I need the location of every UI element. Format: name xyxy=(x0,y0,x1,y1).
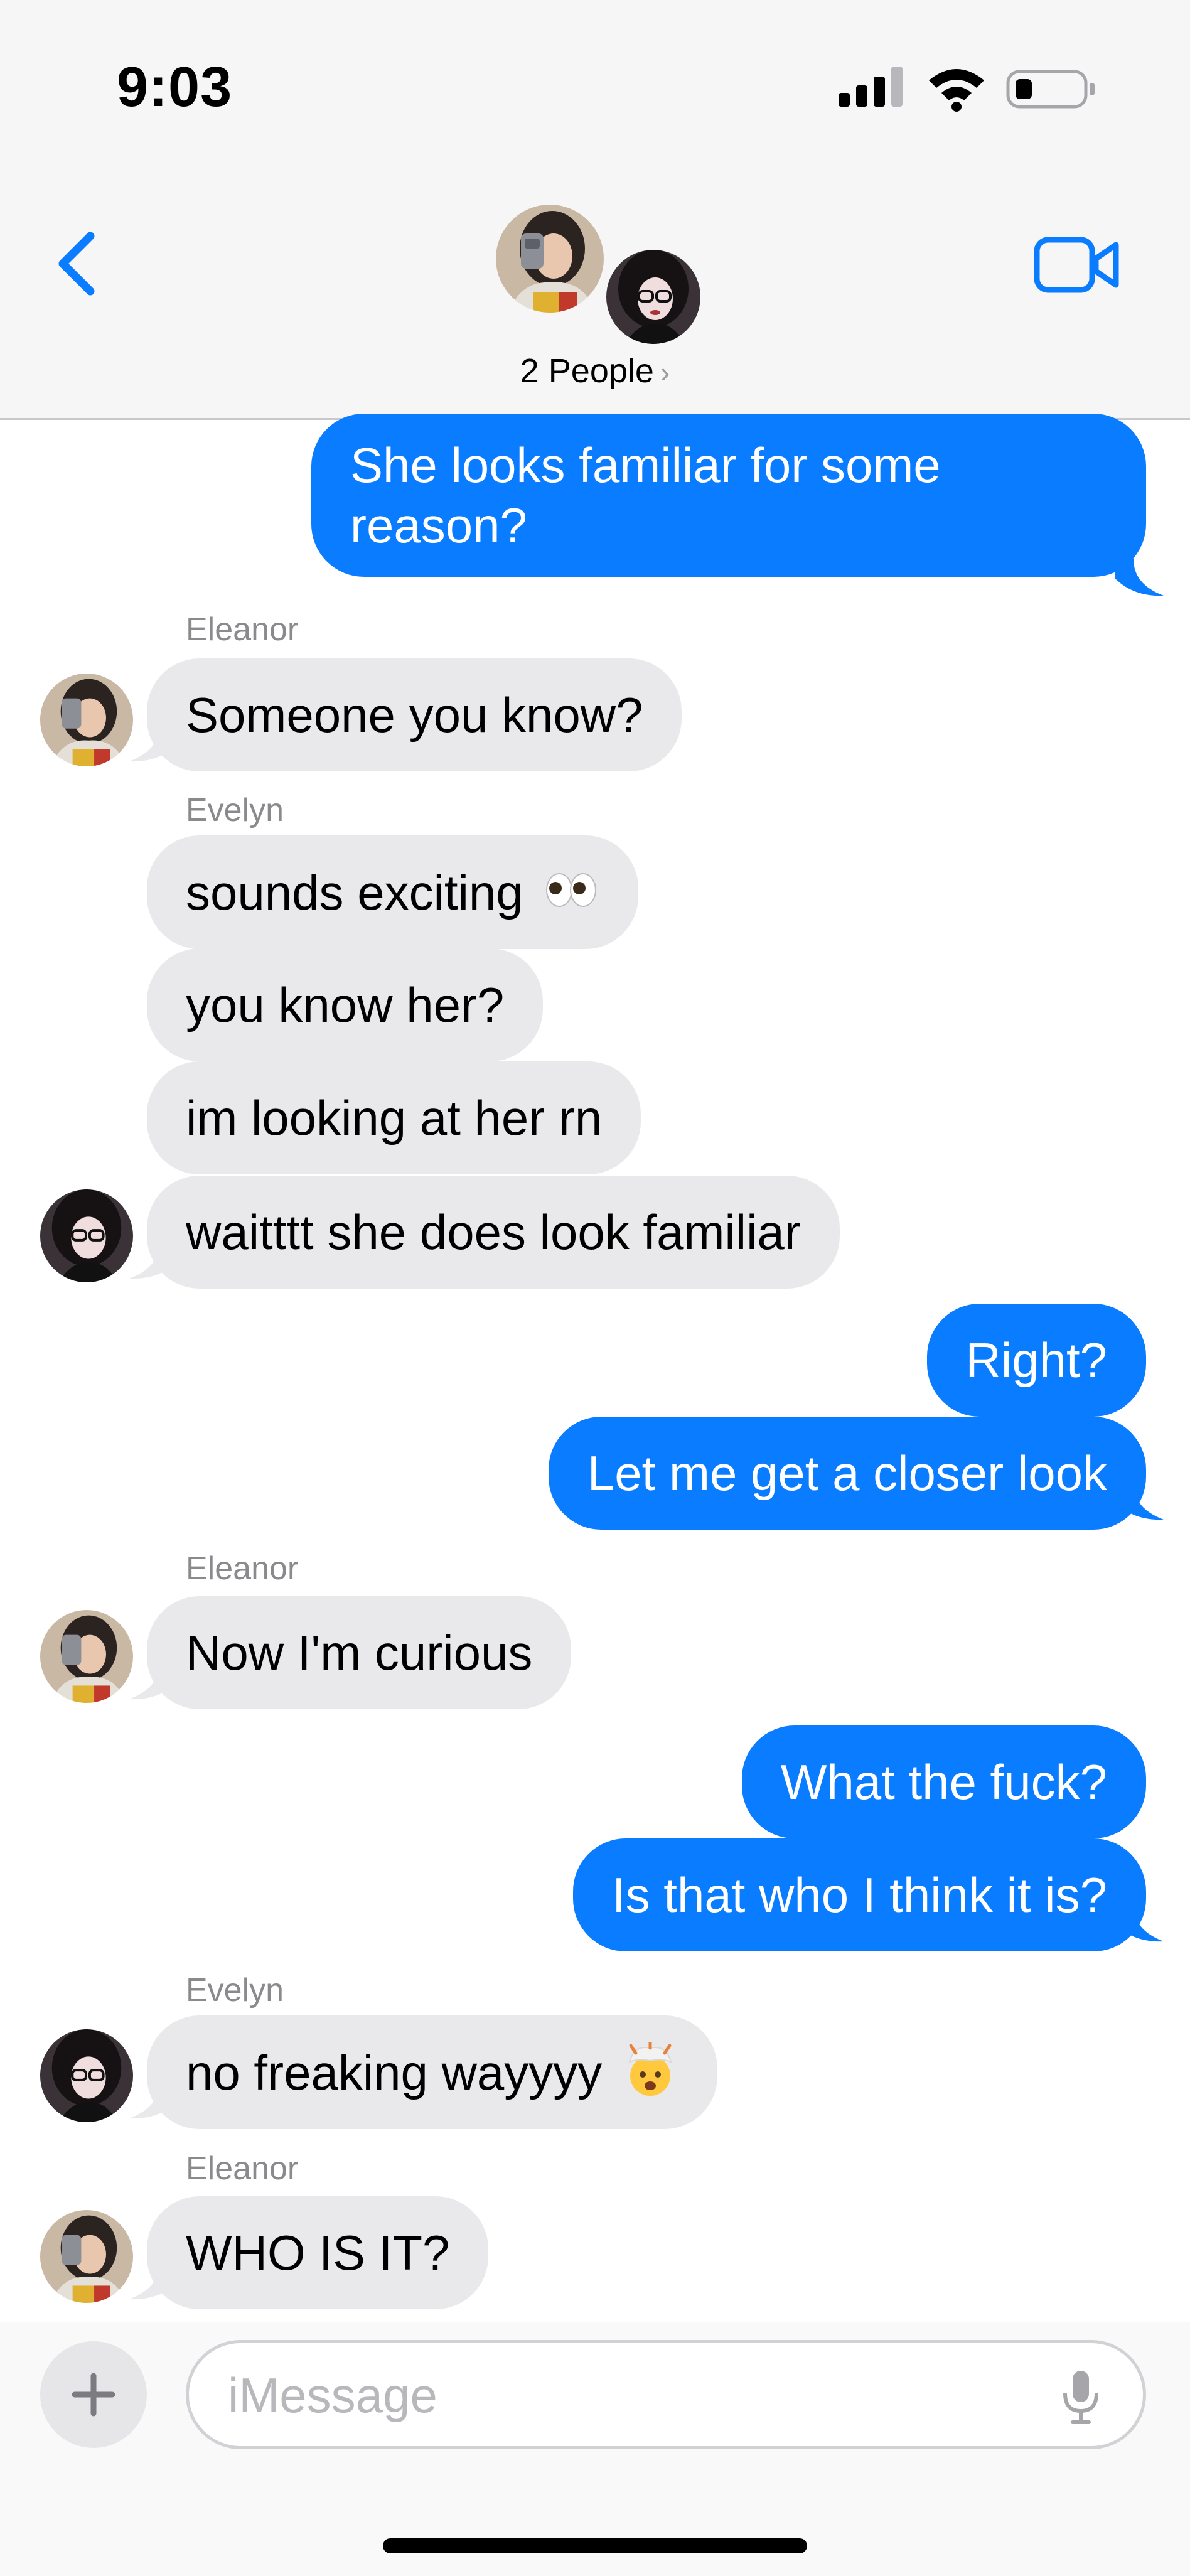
avatar-evelyn[interactable] xyxy=(40,2029,133,2122)
back-button[interactable] xyxy=(44,226,107,301)
message-text: Someone you know? xyxy=(186,687,643,743)
message-text: Right? xyxy=(965,1333,1107,1388)
chevron-right-icon: › xyxy=(660,356,670,389)
incoming-message-bubble[interactable]: waitttt she does look familiar xyxy=(147,1176,840,1289)
message-composer xyxy=(0,2322,1190,2576)
avatar-eleanor xyxy=(496,205,604,313)
message-text: Let me get a closer look xyxy=(587,1446,1107,1501)
sender-name: Evelyn xyxy=(186,792,284,829)
sender-name: Evelyn xyxy=(186,1972,284,2009)
bubble-tail xyxy=(129,1242,178,1279)
wifi-icon xyxy=(929,69,984,112)
bubble-tail xyxy=(129,2263,178,2300)
conversation-header: 9:03 2 People › xyxy=(0,0,1190,420)
outgoing-message-bubble[interactable]: Let me get a closer look xyxy=(548,1417,1146,1530)
outgoing-message-bubble[interactable]: She looks familiar for some reason? xyxy=(311,414,1146,577)
imessage-input[interactable] xyxy=(227,2362,1045,2428)
bubble-tail xyxy=(1115,1905,1164,1942)
incoming-message-bubble[interactable]: im looking at her rn xyxy=(147,1061,641,1174)
bubble-tail xyxy=(1115,559,1164,596)
dictation-button[interactable] xyxy=(1059,2368,1103,2426)
sender-name: Eleanor xyxy=(186,611,299,648)
incoming-message-bubble[interactable]: Someone you know? xyxy=(147,658,682,771)
cellular-signal-icon xyxy=(839,67,903,107)
message-list[interactable]: She looks familiar for some reason? Elea… xyxy=(0,414,1190,2322)
sender-name: Eleanor xyxy=(186,1550,299,1587)
facetime-video-button[interactable] xyxy=(1033,233,1121,296)
plus-icon xyxy=(72,2373,115,2417)
incoming-message-bubble[interactable]: Now I'm curious xyxy=(147,1596,572,1709)
participants-label: 2 People xyxy=(520,352,654,390)
message-text: What the fuck? xyxy=(780,1754,1107,1810)
apps-plus-button[interactable] xyxy=(40,2341,147,2448)
group-avatars[interactable] xyxy=(496,205,704,348)
video-camera-icon xyxy=(1034,237,1119,293)
bubble-tail xyxy=(1115,1483,1164,1520)
sender-name: Eleanor xyxy=(186,2150,299,2187)
exploding-head-emoji-icon xyxy=(628,2042,672,2096)
avatar-evelyn[interactable] xyxy=(40,1189,133,1282)
avatar-evelyn xyxy=(603,246,704,348)
imessage-input-container xyxy=(186,2340,1146,2449)
status-time: 9:03 xyxy=(117,56,233,119)
eyes-emoji-icon xyxy=(546,873,597,907)
status-icons xyxy=(839,67,1095,112)
outgoing-message-bubble[interactable]: What the fuck? xyxy=(741,1725,1146,1838)
microphone-icon xyxy=(1063,2371,1098,2424)
bubble-tail xyxy=(129,2082,178,2119)
avatar-eleanor[interactable] xyxy=(40,2210,133,2303)
avatar-eleanor[interactable] xyxy=(40,674,133,766)
bubble-tail xyxy=(129,725,178,762)
message-text: waitttt she does look familiar xyxy=(186,1205,801,1260)
message-text: She looks familiar for some reason? xyxy=(350,437,941,553)
outgoing-message-bubble[interactable]: Is that who I think it is? xyxy=(572,1838,1146,1951)
message-text: im looking at her rn xyxy=(186,1090,603,1146)
incoming-message-bubble[interactable]: no freaking wayyyy xyxy=(147,2015,717,2129)
message-text: you know her? xyxy=(186,977,505,1033)
avatar-eleanor[interactable] xyxy=(40,1610,133,1703)
message-text: Now I'm curious xyxy=(186,1625,533,1680)
message-text: Is that who I think it is? xyxy=(611,1867,1107,1923)
participants-button[interactable]: 2 People › xyxy=(0,352,1190,390)
chevron-left-icon xyxy=(58,232,95,296)
incoming-message-bubble[interactable]: you know her? xyxy=(147,948,544,1061)
bubble-tail xyxy=(129,1663,178,1700)
incoming-message-bubble[interactable]: WHO IS IT? xyxy=(147,2196,489,2309)
incoming-message-bubble[interactable]: sounds exciting xyxy=(147,835,639,949)
home-indicator[interactable] xyxy=(383,2538,807,2553)
message-text: sounds exciting xyxy=(186,865,523,920)
outgoing-message-bubble[interactable]: Right? xyxy=(926,1304,1146,1417)
message-text: WHO IS IT? xyxy=(186,2225,450,2280)
message-text: no freaking wayyyy xyxy=(186,2045,603,2100)
battery-icon xyxy=(1006,70,1095,109)
